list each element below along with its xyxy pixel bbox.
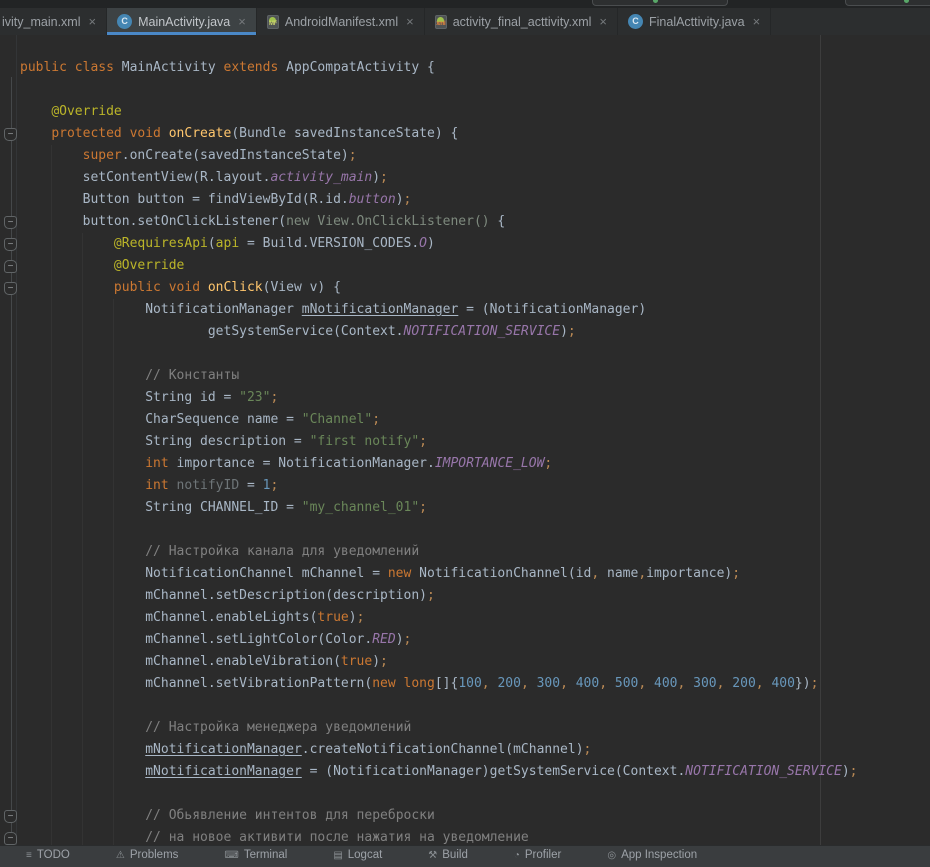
code-line [20,343,858,365]
code-line: @RequiresApi(api = Build.VERSION_CODES.O… [20,233,858,255]
fold-marker-icon[interactable]: − [4,128,17,141]
profiler-icon: ◔ [514,850,520,861]
close-tab-icon[interactable]: × [238,14,246,29]
xml-layout-file-icon: xml [435,15,447,29]
tool-window-button-profiler[interactable]: ◔ Profiler [514,849,561,861]
code-line: // на новое активити после нажатия на ув… [20,827,858,845]
code-line: mNotificationManager.createNotificationC… [20,739,858,761]
code-line: mChannel.setVibrationPattern(new long[]{… [20,673,858,695]
tab-activity-final-acttivity-xml[interactable]: xml activity_final_acttivity.xml × [425,8,618,35]
code-line: // Константы [20,365,858,387]
fold-marker-icon[interactable]: − [4,238,17,251]
tab-label: FinalActtivity.java [649,15,745,29]
code-line: String CHANNEL_ID = "my_channel_01"; [20,497,858,519]
code-line: public void onClick(View v) { [20,277,858,299]
tool-window-bar: ≡ TODO ⚠ Problems ⌨ Terminal ▤ Logcat ⚒ Build ◔ Pro… [0,845,930,867]
code-line: // Настройка менеджера уведомлений [20,717,858,739]
gutter-separator [16,35,17,845]
tool-window-button-todo[interactable]: ≡ TODO [26,849,70,861]
problems-icon: ⚠ [116,850,125,861]
code-line [20,695,858,717]
code-line: int importance = NotificationManager.IMP… [20,453,858,475]
code-line: mChannel.enableLights(true); [20,607,858,629]
logcat-icon: ▤ [333,850,342,861]
code-editor[interactable]: public class MainActivity extends AppCom… [0,35,930,845]
todo-icon: ≡ [26,850,32,861]
app-inspection-icon: ◎ [607,850,616,861]
close-tab-icon[interactable]: × [89,14,97,29]
tool-window-label: Logcat [348,849,383,861]
tool-window-button-terminal[interactable]: ⌨ Terminal [224,849,287,861]
code-line: NotificationChannel mChannel = new Notif… [20,563,858,585]
tool-window-button-build[interactable]: ⚒ Build [428,849,468,861]
code-text-area[interactable]: public class MainActivity extends AppCom… [20,57,858,845]
manifest-file-icon: MF [267,15,279,29]
tool-window-label: Terminal [244,849,287,861]
code-line [20,519,858,541]
code-line: int notifyID = 1; [20,475,858,497]
tab-ivity-main-xml[interactable]: ivity_main.xml × [0,8,107,35]
tab-label: MainActivity.java [138,15,230,29]
tab-label: AndroidManifest.xml [285,15,398,29]
run-icon[interactable] [653,0,658,3]
tab-androidmanifest-xml[interactable]: MF AndroidManifest.xml × [257,8,425,35]
close-tab-icon[interactable]: × [406,14,414,29]
code-line: mChannel.enableVibration(true); [20,651,858,673]
code-line: button.setOnClickListener(new View.OnCli… [20,211,858,233]
status-dot-icon [904,0,909,3]
code-line: @Override [20,101,858,123]
fold-marker-icon[interactable]: − [4,832,17,845]
tool-window-label: Profiler [525,849,561,861]
tab-label: activity_final_acttivity.xml [453,15,592,29]
code-line: getSystemService(Context.NOTIFICATION_SE… [20,321,858,343]
code-line: String description = "first notify"; [20,431,858,453]
fold-marker-icon[interactable]: − [4,282,17,295]
fold-marker-icon[interactable]: − [4,260,17,273]
code-line: mNotificationManager = (NotificationMana… [20,761,858,783]
tool-window-button-problems[interactable]: ⚠ Problems [116,849,179,861]
tab-finalacttivity-java[interactable]: C FinalActtivity.java × [618,8,771,35]
tool-window-button-app-inspection[interactable]: ◎ App Inspection [607,849,697,861]
run-config-widget-fragment[interactable] [592,0,728,6]
terminal-icon: ⌨ [224,850,238,861]
tab-mainactivity-java[interactable]: C MainActivity.java × [107,8,257,35]
code-line: Button button = findViewById(R.id.button… [20,189,858,211]
code-line: super.onCreate(savedInstanceState); [20,145,858,167]
code-line: // Настройка канала для уведомлений [20,541,858,563]
tab-label: ivity_main.xml [2,15,81,29]
close-tab-icon[interactable]: × [599,14,607,29]
code-line: String id = "23"; [20,387,858,409]
code-line: mChannel.setLightColor(Color.RED); [20,629,858,651]
tool-window-label: TODO [37,849,70,861]
device-widget-fragment[interactable] [845,0,930,6]
tool-window-label: App Inspection [621,849,697,861]
fold-marker-icon[interactable]: − [4,216,17,229]
toolbar-strip [0,0,930,8]
tool-window-label: Build [442,849,468,861]
gutter-fold-line [11,77,12,845]
code-line [20,783,858,805]
code-line: @Override [20,255,858,277]
tool-window-label: Problems [130,849,179,861]
code-line: mChannel.setDescription(description); [20,585,858,607]
java-class-icon: C [117,14,132,29]
build-icon: ⚒ [428,850,437,861]
close-tab-icon[interactable]: × [753,14,761,29]
code-line [20,79,858,101]
code-line: CharSequence name = "Channel"; [20,409,858,431]
code-line: // Обьявление интентов для переброски [20,805,858,827]
fold-marker-icon[interactable]: − [4,810,17,823]
java-class-icon: C [628,14,643,29]
editor-tab-bar: ivity_main.xml × C MainActivity.java × MF Andr… [0,8,930,35]
code-line: protected void onCreate(Bundle savedInst… [20,123,858,145]
code-line: setContentView(R.layout.activity_main); [20,167,858,189]
code-line: public class MainActivity extends AppCom… [20,57,858,79]
tool-window-button-logcat[interactable]: ▤ Logcat [333,849,382,861]
code-line: NotificationManager mNotificationManager… [20,299,858,321]
